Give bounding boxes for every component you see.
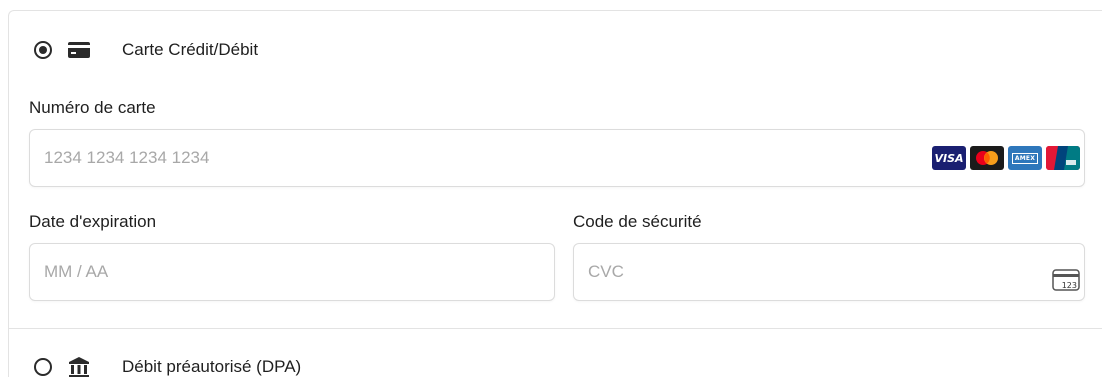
amex-logo-text: AMEX (1011, 152, 1039, 164)
card-method-header[interactable]: Carte Crédit/Débit (34, 38, 258, 62)
cvc-input[interactable] (573, 243, 1085, 301)
bank-icon (68, 356, 90, 377)
card-number-input[interactable] (29, 129, 1085, 187)
cvc-label: Code de sécurité (573, 212, 702, 231)
credit-card-icon (68, 39, 90, 61)
expiry-label: Date d'expiration (29, 212, 157, 231)
unionpay-logo (1046, 146, 1080, 170)
cvc-icon-text: 123 (1062, 281, 1077, 290)
visa-logo: VISA (932, 146, 966, 170)
pad-method-label: Débit préautorisé (DPA) (122, 357, 302, 376)
card-payment-section: Carte Crédit/Débit Numéro de carte VISA … (9, 11, 1102, 329)
card-number-label: Numéro de carte (29, 98, 156, 117)
expiry-input[interactable] (29, 243, 555, 301)
mastercard-logo (970, 146, 1004, 170)
amex-logo: AMEX (1008, 146, 1042, 170)
card-brand-logos: VISA AMEX (932, 146, 1080, 170)
cvc-card-icon: 123 (1052, 269, 1080, 296)
payment-methods-panel: Carte Crédit/Débit Numéro de carte VISA … (8, 10, 1102, 377)
pad-method-header[interactable]: Débit préautorisé (DPA) (34, 356, 301, 377)
pad-method-radio[interactable] (34, 358, 52, 376)
card-method-label: Carte Crédit/Débit (122, 40, 259, 59)
card-method-radio[interactable] (34, 41, 52, 59)
radio-selected-dot (39, 46, 47, 54)
